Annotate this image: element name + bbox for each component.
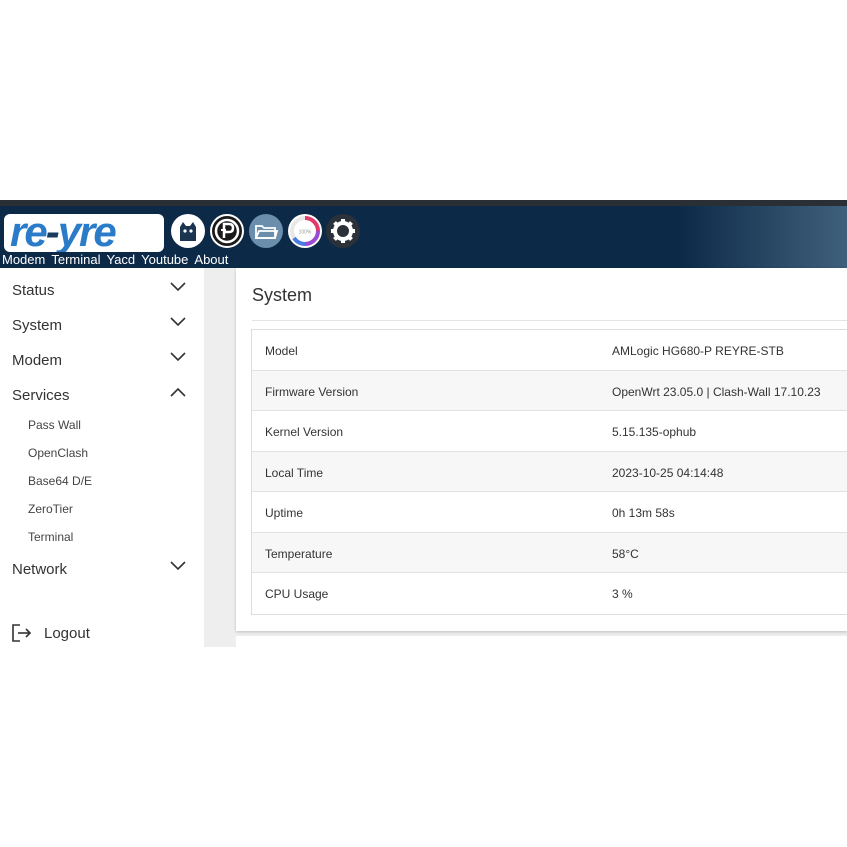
row-key: Temperature [265, 546, 333, 561]
sidebar-item-label: Services [12, 387, 70, 404]
row-value: 3 % [612, 587, 633, 601]
row-value: 0h 13m 58s [612, 506, 675, 520]
row-key: Firmware Version [265, 384, 359, 399]
screenshot-frame: re-yre 100% Modem Terminal Yacd Youtube … [0, 200, 847, 647]
table-row: Model AMLogic HG680-P REYRE-STB [252, 330, 847, 371]
brand-logo[interactable]: re-yre [4, 214, 164, 252]
row-value: 58°C [612, 546, 639, 561]
table-row: Local Time 2023-10-25 04:14:48 [252, 451, 847, 492]
sidebar-item-label: Status [12, 282, 55, 299]
sidebar-item-label: Modem [12, 352, 63, 369]
chevron-down-icon [170, 561, 186, 571]
chevron-down-icon [170, 282, 186, 292]
row-value: 2023-10-25 04:14:48 [612, 465, 724, 480]
table-row: CPU Usage 3 % [252, 573, 847, 614]
system-info-table: Model AMLogic HG680-P REYRE-STB Firmware… [251, 329, 847, 615]
sidebar: Status System Modem Services Pass Wall O… [0, 268, 204, 647]
sidebar-subitem-passwall[interactable]: Pass Wall [28, 418, 81, 432]
sidebar-item-system[interactable]: System [12, 309, 192, 339]
sidebar-subitem-openclash[interactable]: OpenClash [28, 446, 88, 460]
system-panel: System Model AMLogic HG680-P REYRE-STB F… [236, 268, 847, 631]
chevron-up-icon [170, 387, 186, 397]
top-header: re-yre 100% Modem Terminal Yacd Youtube … [0, 200, 847, 268]
next-panel-edge [236, 636, 847, 647]
gauge-text: 100% [299, 230, 312, 236]
table-row: Temperature 58°C [252, 532, 847, 573]
table-row: Kernel Version 5.15.135-ophub [252, 411, 847, 452]
page-title: System [252, 285, 313, 305]
row-value: OpenWrt 23.05.0 | Clash-Wall 17.10.23 [612, 384, 821, 399]
logout-icon [12, 624, 32, 642]
sidebar-item-label: System [12, 317, 63, 334]
folder-icon[interactable] [249, 214, 283, 248]
sidebar-subitem-base64[interactable]: Base64 D/E [28, 474, 92, 488]
sidebar-subitem-zerotier[interactable]: ZeroTier [28, 502, 73, 516]
brand-logo-text: re-yre [10, 214, 117, 252]
main-content: System Model AMLogic HG680-P REYRE-STB F… [236, 268, 847, 647]
row-value: AMLogic HG680-P REYRE-STB [612, 344, 784, 358]
sidebar-item-network[interactable]: Network [12, 553, 192, 583]
row-key: CPU Usage [265, 587, 329, 601]
sidebar-subitem-terminal[interactable]: Terminal [28, 530, 73, 544]
gauge-icon[interactable]: 100% [288, 214, 322, 248]
row-key: Kernel Version [265, 425, 344, 439]
chevron-down-icon [170, 352, 186, 362]
sidebar-item-status[interactable]: Status [12, 274, 192, 304]
sidebar-item-label: Network [12, 561, 68, 578]
row-key: Model [265, 344, 298, 358]
p-icon[interactable] [210, 214, 244, 248]
row-value: 5.15.135-ophub [612, 425, 697, 439]
chevron-down-icon [170, 317, 186, 327]
content-gutter [204, 268, 236, 647]
table-row: Firmware Version OpenWrt 23.05.0 | Clash… [252, 370, 847, 411]
table-row: Uptime 0h 13m 58s [252, 492, 847, 533]
logout-label: Logout [44, 625, 90, 642]
row-key: Uptime [265, 506, 304, 520]
logout-button[interactable]: Logout [12, 622, 132, 646]
sidebar-item-services[interactable]: Services [12, 379, 192, 409]
title-divider [252, 320, 847, 321]
gear-icon[interactable] [326, 214, 360, 248]
sidebar-item-modem[interactable]: Modem [12, 344, 192, 374]
row-key: Local Time [265, 465, 324, 480]
cat-icon[interactable] [171, 214, 205, 248]
